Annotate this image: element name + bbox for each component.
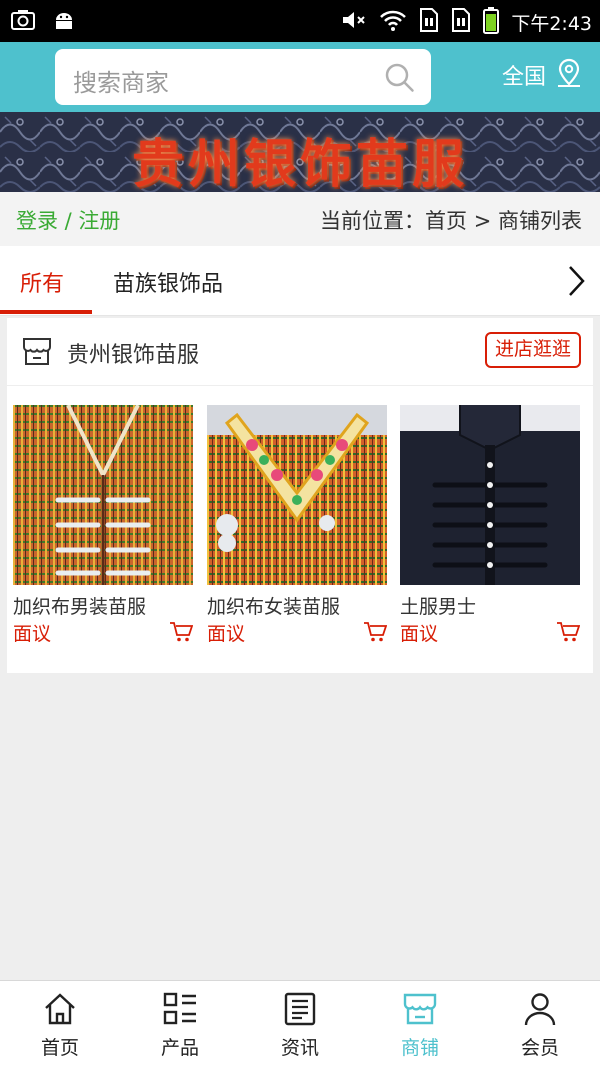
cart-icon[interactable] bbox=[363, 621, 388, 647]
nav-label: 会员 bbox=[520, 1037, 559, 1059]
nav-label: 资讯 bbox=[280, 1037, 319, 1059]
tab-active-indicator bbox=[0, 310, 92, 314]
product-item[interactable]: 加织布男装苗服 面议 bbox=[13, 405, 194, 655]
battery-icon bbox=[483, 6, 500, 38]
shop-header: 贵州银饰苗服 进店逛逛 bbox=[7, 318, 593, 386]
chevron-right-icon[interactable] bbox=[566, 264, 586, 302]
breadcrumb: 当前位置：首页 > 商铺列表 bbox=[320, 209, 582, 233]
android-icon bbox=[52, 8, 76, 36]
wifi-icon bbox=[379, 8, 407, 36]
category-tabs: 所有 苗族银饰品 bbox=[0, 246, 600, 316]
sim2-icon bbox=[451, 7, 471, 37]
nav-member[interactable]: 会员 bbox=[480, 981, 600, 1067]
cart-icon[interactable] bbox=[556, 621, 581, 647]
screenshot-icon bbox=[10, 8, 36, 36]
nav-label: 商铺 bbox=[400, 1037, 439, 1059]
bottom-navigation: 首页 产品 资讯 商铺 会员 bbox=[0, 980, 600, 1067]
location-pin-icon bbox=[554, 56, 584, 94]
product-name: 土服男士 bbox=[400, 596, 477, 618]
search-placeholder: 搜索商家 bbox=[73, 69, 169, 97]
product-name: 加织布女装苗服 bbox=[207, 596, 341, 618]
mute-icon bbox=[341, 8, 367, 36]
product-name: 加织布男装苗服 bbox=[13, 596, 147, 618]
user-icon bbox=[522, 991, 558, 1027]
cart-icon[interactable] bbox=[169, 621, 194, 647]
nav-news[interactable]: 资讯 bbox=[240, 981, 360, 1067]
nav-label: 首页 bbox=[40, 1037, 79, 1059]
tab-miao-silver[interactable]: 苗族银饰品 bbox=[113, 266, 223, 298]
app-header: 搜索商家 全国 bbox=[0, 42, 600, 112]
status-bar: 下午2:43 bbox=[0, 0, 600, 42]
shop-card: 贵州银饰苗服 进店逛逛 加织布男装苗服 面议 加织布女装苗服 面议 土服男士 面… bbox=[7, 318, 593, 673]
search-icon[interactable] bbox=[383, 61, 415, 97]
storefront-icon bbox=[21, 335, 53, 371]
shop-name[interactable]: 贵州银饰苗服 bbox=[67, 337, 199, 369]
nav-products[interactable]: 产品 bbox=[120, 981, 240, 1067]
product-list: 加织布男装苗服 面议 加织布女装苗服 面议 土服男士 面议 bbox=[13, 405, 587, 655]
nav-shops[interactable]: 商铺 bbox=[360, 981, 480, 1067]
grid-list-icon bbox=[162, 991, 198, 1027]
product-price: 面议 bbox=[400, 623, 439, 645]
location-bar: 登录 / 注册 当前位置：首页 > 商铺列表 bbox=[0, 192, 600, 246]
home-icon bbox=[42, 991, 78, 1027]
product-item[interactable]: 加织布女装苗服 面议 bbox=[207, 405, 388, 655]
nav-home[interactable]: 首页 bbox=[0, 981, 120, 1067]
status-time: 下午2:43 bbox=[511, 12, 592, 35]
shop-banner: 贵州银饰苗服 bbox=[0, 112, 600, 192]
product-price: 面议 bbox=[13, 623, 52, 645]
nav-label: 产品 bbox=[160, 1037, 199, 1059]
region-selector[interactable]: 全国 bbox=[502, 56, 584, 94]
banner-title: 贵州银饰苗服 bbox=[131, 134, 468, 192]
search-input[interactable]: 搜索商家 bbox=[55, 49, 431, 105]
product-image[interactable] bbox=[207, 405, 387, 585]
login-register-link[interactable]: 登录 / 注册 bbox=[16, 205, 120, 235]
shop-icon bbox=[402, 991, 438, 1027]
visit-shop-button[interactable]: 进店逛逛 bbox=[485, 332, 581, 368]
product-price: 面议 bbox=[207, 623, 246, 645]
sim1-icon bbox=[419, 7, 439, 37]
news-icon bbox=[282, 991, 318, 1027]
product-image[interactable] bbox=[400, 405, 580, 585]
tab-all[interactable]: 所有 bbox=[20, 266, 64, 298]
region-label: 全国 bbox=[501, 65, 546, 90]
product-item[interactable]: 土服男士 面议 bbox=[400, 405, 581, 655]
product-image[interactable] bbox=[13, 405, 193, 585]
